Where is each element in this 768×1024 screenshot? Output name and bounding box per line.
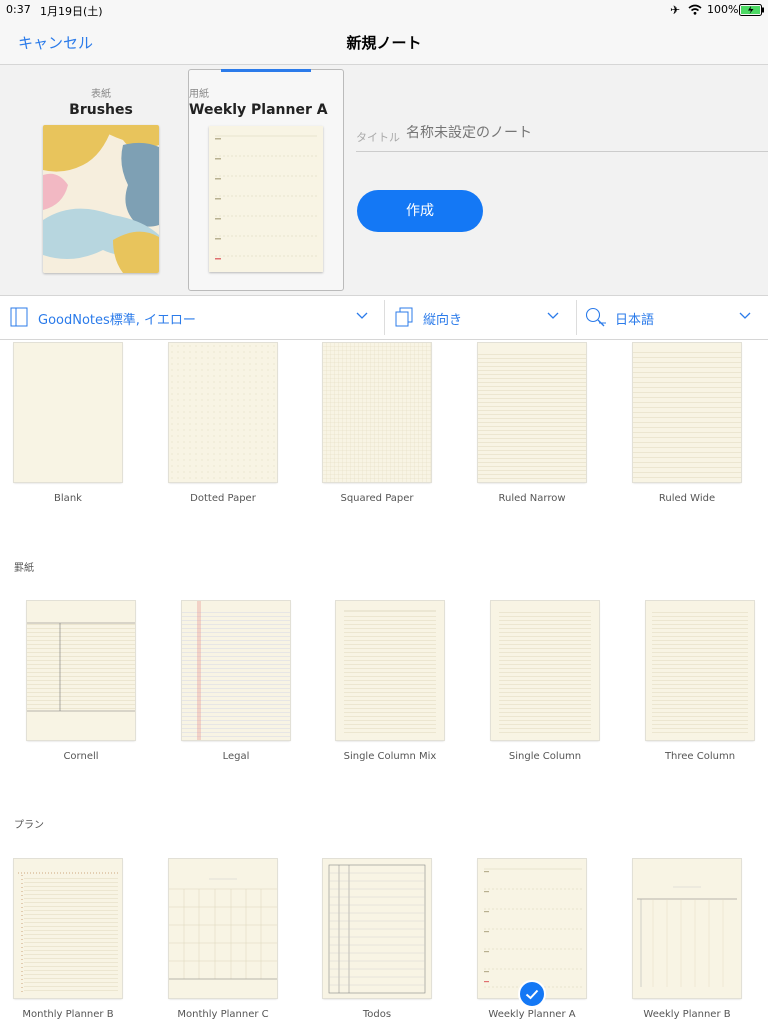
template-set-dropdown[interactable]: GoodNotes標準, イエロー [0, 296, 384, 339]
template-caption: Monthly Planner C [177, 1009, 269, 1020]
create-button[interactable]: 作成 [357, 190, 483, 232]
selected-checkmark-icon [518, 980, 546, 1008]
template-caption: Todos [362, 1009, 392, 1020]
template-three-column[interactable] [646, 601, 754, 740]
template-ruled-wide[interactable] [633, 343, 741, 482]
cover-thumbnail[interactable] [43, 125, 159, 273]
template-caption: Dotted Paper [190, 493, 256, 504]
template-monthly-planner-c[interactable] [169, 859, 277, 998]
paper-selector[interactable]: 用紙 Weekly Planner A [188, 69, 344, 291]
template-caption: Single Column [508, 751, 582, 762]
portrait-icon [395, 307, 413, 327]
template-caption: Legal [222, 751, 250, 762]
cover-name: Brushes [69, 102, 133, 118]
language-label: 日本語 [615, 313, 655, 328]
airplane-icon: ✈ [670, 3, 681, 17]
section-title-plan: プラン [14, 820, 44, 831]
template-caption: Cornell [63, 751, 99, 762]
template-icon [10, 307, 28, 327]
paper-name: Weekly Planner A [189, 102, 328, 118]
orientation-dropdown[interactable]: 縦向き [385, 296, 575, 339]
battery-percent: 100% [707, 3, 739, 16]
chevron-down-icon [356, 312, 368, 319]
template-set-label: GoodNotes標準, イエロー [38, 313, 196, 328]
filter-bar: GoodNotes標準, イエロー 縦向き 日本語 [0, 296, 768, 340]
status-date: 1月19日(土) [40, 5, 103, 18]
template-caption: Ruled Wide [658, 493, 716, 504]
selection-indicator [221, 69, 311, 72]
template-caption: Single Column Mix [343, 751, 437, 762]
template-caption: Ruled Narrow [498, 493, 566, 504]
status-bar: 0:37 1月19日(土) ✈ 100% [0, 0, 768, 20]
title-underline [356, 151, 768, 152]
template-weekly-planner-a[interactable] [478, 859, 586, 998]
note-config-panel: 表紙 Brushes 用紙 Weekly Planner A タイトル 名称未設… [0, 65, 768, 296]
template-caption: Three Column [664, 751, 736, 762]
nav-bar: キャンセル 新規ノート [0, 20, 768, 65]
wifi-icon [688, 4, 702, 15]
template-blank[interactable] [14, 343, 122, 482]
template-squared-paper[interactable] [323, 343, 431, 482]
status-time: 0:37 [6, 3, 31, 16]
title-label: タイトル [356, 131, 400, 144]
template-ruled-narrow[interactable] [478, 343, 586, 482]
template-cornell[interactable] [27, 601, 135, 740]
template-caption: Weekly Planner B [643, 1009, 731, 1020]
chevron-down-icon [739, 312, 751, 319]
template-caption: Weekly Planner A [488, 1009, 576, 1020]
template-caption: Squared Paper [340, 493, 414, 504]
template-weekly-planner-b[interactable] [633, 859, 741, 998]
template-caption: Blank [54, 493, 82, 504]
battery-icon [739, 4, 764, 16]
template-single-column-mix[interactable] [336, 601, 444, 740]
template-dotted-paper[interactable] [169, 343, 277, 482]
language-dropdown[interactable]: 日本語 [577, 296, 768, 339]
page-title: 新規ノート [346, 34, 422, 52]
cover-label: 表紙 [91, 89, 111, 100]
title-input[interactable] [406, 125, 756, 141]
section-title-ruled: 罫紙 [14, 563, 34, 574]
template-legal[interactable] [182, 601, 290, 740]
orientation-label: 縦向き [423, 313, 463, 328]
paper-thumbnail [209, 126, 323, 272]
template-todos[interactable] [323, 859, 431, 998]
chevron-down-icon [547, 312, 559, 319]
template-single-column[interactable] [491, 601, 599, 740]
language-search-icon [585, 307, 606, 327]
template-monthly-planner-b[interactable] [14, 859, 122, 998]
template-caption: Monthly Planner B [22, 1009, 114, 1020]
paper-label: 用紙 [189, 89, 209, 100]
